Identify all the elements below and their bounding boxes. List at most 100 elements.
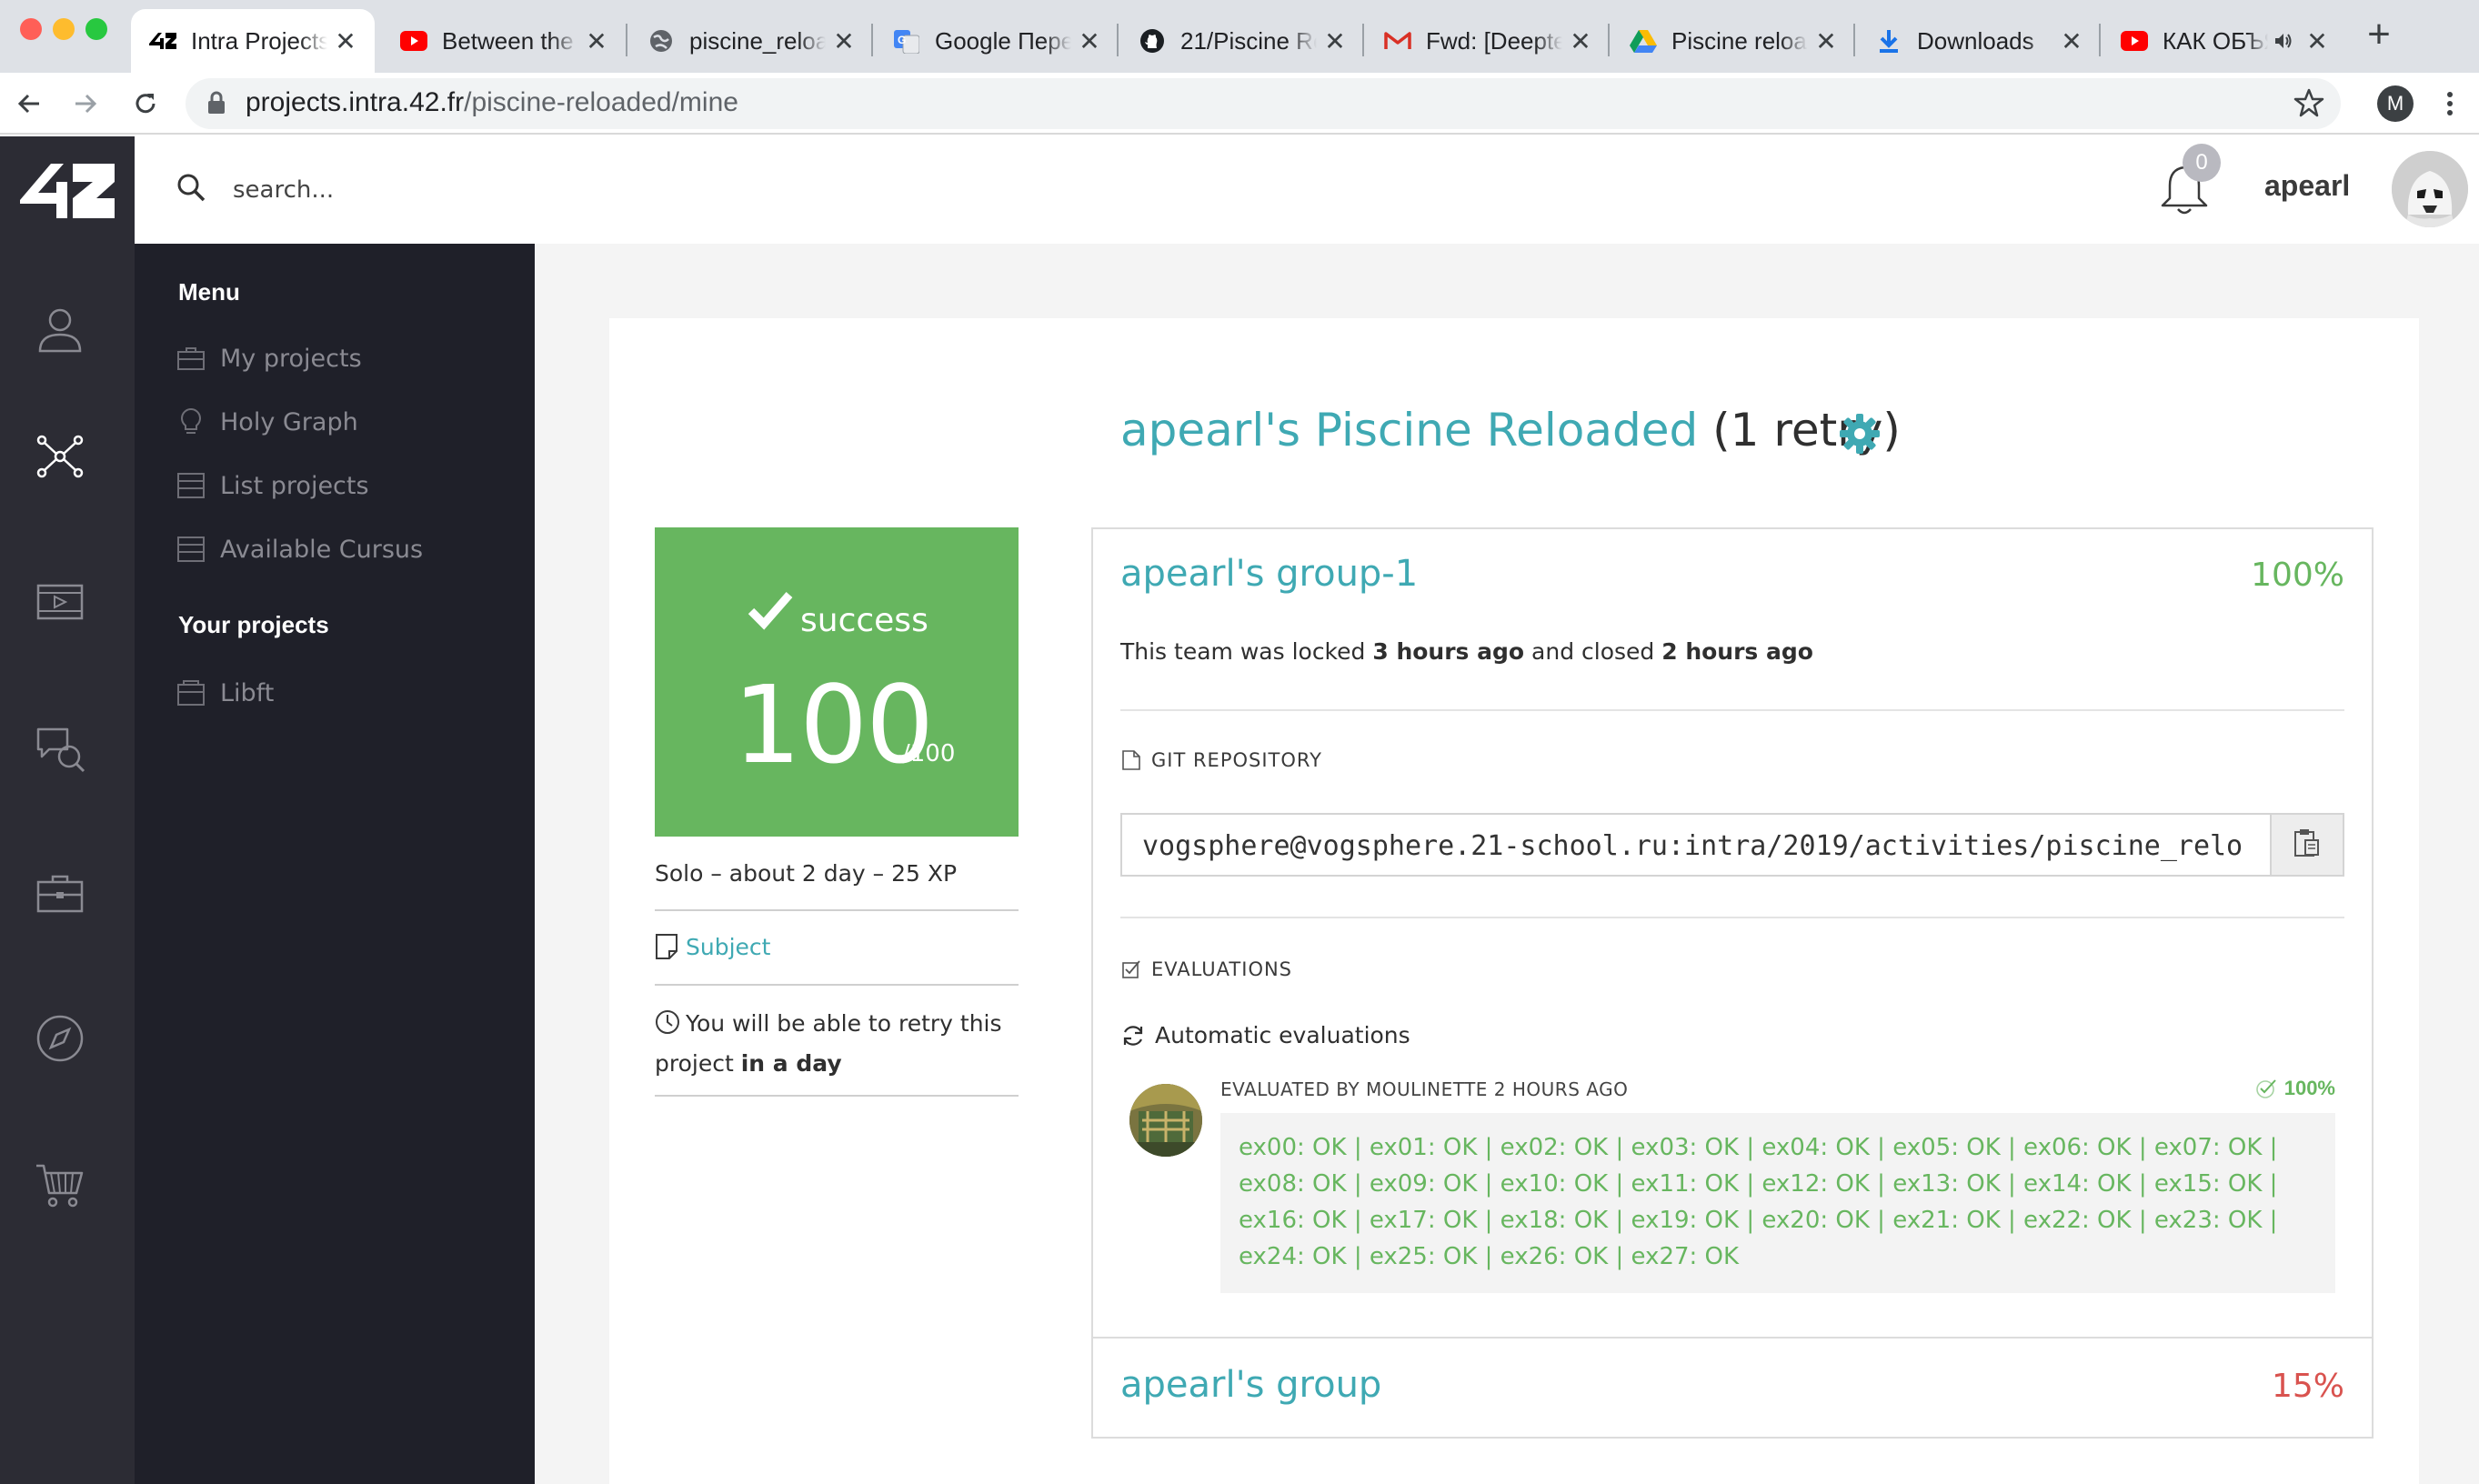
close-icon[interactable]: ✕ xyxy=(2059,26,2084,56)
lock-mid: and closed xyxy=(1524,638,1662,665)
speaker-icon[interactable] xyxy=(2273,32,2293,50)
tab-title: piscine_reloaded xyxy=(689,26,826,55)
status-label: success xyxy=(800,602,928,639)
browser-tab-github[interactable]: 21/Piscine Reloaded ✕ xyxy=(1120,9,1364,73)
close-icon[interactable]: ✕ xyxy=(1813,26,1839,56)
team-name[interactable]: apearl's group xyxy=(1120,1364,1381,1406)
menu-item-available-cursus[interactable]: Available Cursus xyxy=(175,531,423,567)
menu-item-label: Holy Graph xyxy=(220,407,358,436)
tab-separator xyxy=(626,24,627,56)
window-zoom-button[interactable] xyxy=(85,18,107,40)
user-avatar[interactable] xyxy=(2392,151,2468,227)
close-icon[interactable]: ✕ xyxy=(1568,26,1593,56)
youtube-icon xyxy=(2121,27,2148,55)
menu-item-label: My projects xyxy=(220,344,362,373)
browser-tab-gmail[interactable]: Fwd: [Deeptech] ✕ xyxy=(1366,9,1610,73)
team-lock-info: This team was locked 3 hours ago and clo… xyxy=(1120,638,1813,665)
divider xyxy=(1120,917,2344,918)
retry-when: in a day xyxy=(740,1050,842,1077)
forum-chat-icon[interactable] xyxy=(35,722,85,773)
tab-separator xyxy=(2099,24,2101,56)
divider xyxy=(655,984,1019,986)
gear-icon[interactable] xyxy=(1839,413,1881,455)
close-icon[interactable]: ✕ xyxy=(584,26,609,56)
git-repository-field xyxy=(1120,813,2344,877)
file-icon xyxy=(1120,749,1142,771)
arrow-left-icon xyxy=(17,94,39,114)
companies-briefcase-icon[interactable] xyxy=(35,867,85,918)
subject-label[interactable]: Subject xyxy=(686,934,770,960)
checkbox-icon xyxy=(1120,958,1142,980)
close-icon[interactable]: ✕ xyxy=(1322,26,1348,56)
forward-button[interactable] xyxy=(67,85,104,122)
url-path: /piscine-reloaded/mine xyxy=(464,87,738,117)
project-title: apearl's Piscine Reloaded (1 retry) xyxy=(1120,404,1901,456)
browser-tab-youtube-1[interactable]: Between the Lines ✕ xyxy=(382,9,626,73)
evaluation-score: 100% xyxy=(2255,1077,2335,1100)
url-host: projects.intra.42.fr xyxy=(246,87,465,117)
address-bar[interactable]: projects.intra.42.fr/piscine-reloaded/mi… xyxy=(186,78,2341,129)
browser-tab-piscine-web[interactable]: piscine_reloaded ✕ xyxy=(629,9,873,73)
bookmark-star-icon[interactable] xyxy=(2293,87,2324,122)
compass-icon[interactable] xyxy=(35,1013,85,1064)
42-logo-icon xyxy=(149,27,176,55)
holy-graph-icon[interactable] xyxy=(35,431,85,482)
window-close-button[interactable] xyxy=(20,18,42,40)
download-icon xyxy=(1875,27,1902,55)
close-icon[interactable]: ✕ xyxy=(831,26,857,56)
profile-icon[interactable] xyxy=(35,304,85,355)
close-icon[interactable]: ✕ xyxy=(2304,26,2330,56)
menu-item-my-projects[interactable]: My projects xyxy=(175,340,362,376)
shop-cart-icon[interactable] xyxy=(35,1158,85,1209)
new-tab-button[interactable]: + xyxy=(2359,15,2399,55)
browser-tab-intra[interactable]: Intra Projects ✕ xyxy=(131,9,375,73)
back-button[interactable] xyxy=(11,85,47,122)
evaluations-label-text: EVALUATIONS xyxy=(1151,958,1293,980)
reload-button[interactable] xyxy=(127,85,164,122)
folder-icon xyxy=(175,677,207,709)
evaluator-avatar[interactable] xyxy=(1129,1084,1202,1157)
browser-tab-downloads[interactable]: Downloads ✕ xyxy=(1857,9,2101,73)
tab-title: Between the Lines xyxy=(442,26,578,55)
list-icon xyxy=(175,469,207,502)
git-url-input[interactable] xyxy=(1142,826,2243,866)
copy-button[interactable] xyxy=(2270,815,2343,875)
arrow-right-icon xyxy=(75,94,97,114)
browser-menu-icon[interactable] xyxy=(2441,85,2459,122)
tab-separator xyxy=(1117,24,1119,56)
username[interactable]: apearl xyxy=(2264,169,2350,203)
search-input[interactable] xyxy=(233,167,778,213)
42-logo-icon[interactable] xyxy=(20,155,115,227)
project-item-libft[interactable]: Libft xyxy=(175,675,274,711)
checkmark-icon xyxy=(748,589,793,635)
youtube-icon xyxy=(400,27,427,55)
github-icon xyxy=(1139,27,1166,55)
close-icon[interactable]: ✕ xyxy=(333,26,358,56)
browser-profile-avatar[interactable]: M xyxy=(2377,85,2414,122)
clock-icon xyxy=(655,1009,680,1046)
menu-item-list-projects[interactable]: List projects xyxy=(175,467,369,504)
closed-ago: 2 hours ago xyxy=(1661,638,1813,665)
evaluations-label: EVALUATIONS xyxy=(1120,958,1292,980)
google-drive-icon xyxy=(1630,27,1657,55)
browser-tab-youtube-2[interactable]: КАК ОБЪЯСНИТЬ ✕ xyxy=(2103,9,2346,73)
tab-separator xyxy=(1608,24,1610,56)
tab-title: Piscine reloaded xyxy=(1671,26,1808,55)
close-icon[interactable]: ✕ xyxy=(1077,26,1102,56)
automatic-evaluations-heading: Automatic evaluations xyxy=(1120,1022,1410,1048)
project-meta: Solo – about 2 day – 25 XP xyxy=(655,860,958,887)
menu-item-label: Available Cursus xyxy=(220,535,424,564)
subject-link[interactable]: Subject xyxy=(655,933,770,960)
menu-item-holy-graph[interactable]: Holy Graph xyxy=(175,404,358,440)
project-title-name[interactable]: apearl's Piscine Reloaded xyxy=(1120,404,1698,456)
git-repository-label-text: GIT REPOSITORY xyxy=(1151,749,1322,771)
window-minimize-button[interactable] xyxy=(53,18,75,40)
team-name[interactable]: apearl's group-1 xyxy=(1120,553,1418,595)
tab-title: Intra Projects xyxy=(191,26,327,55)
browser-tab-bar: Intra Projects ✕ Between the Lines ✕ pis… xyxy=(0,0,2479,73)
divider xyxy=(655,1095,1019,1097)
browser-tab-google-translate[interactable]: G Google Переводчик ✕ xyxy=(875,9,1119,73)
menu-title: Menu xyxy=(178,278,240,306)
browser-tab-drive[interactable]: Piscine reloaded ✕ xyxy=(1611,9,1855,73)
elearning-video-icon[interactable] xyxy=(35,577,85,627)
